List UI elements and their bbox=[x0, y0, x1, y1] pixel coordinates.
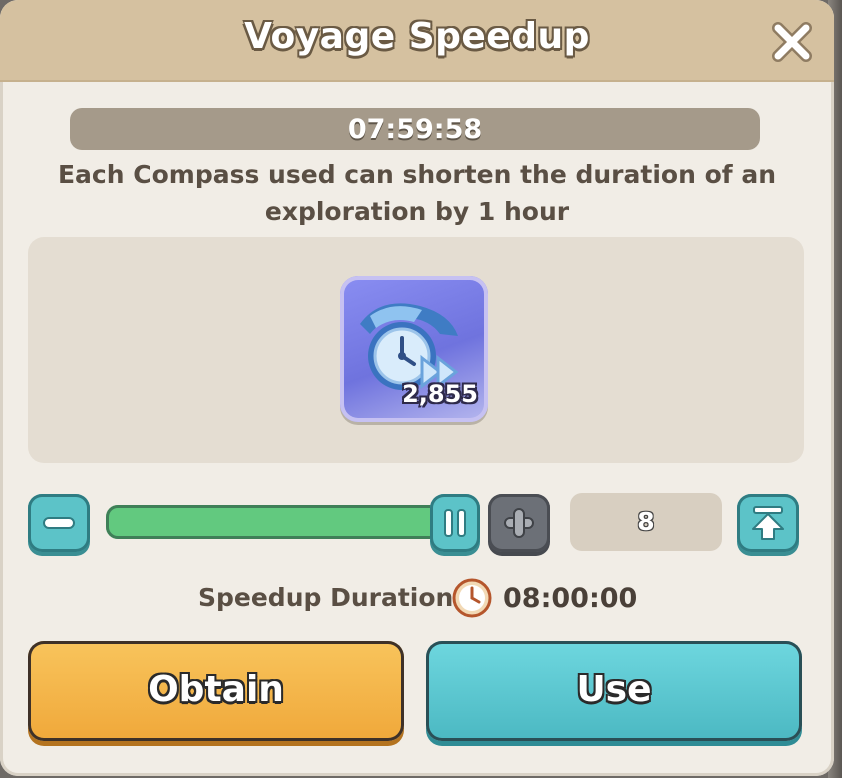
obtain-button-label: Obtain bbox=[148, 669, 284, 710]
quantity-slider-handle[interactable] bbox=[430, 494, 480, 552]
speedup-duration-label: Speedup Duration: bbox=[198, 583, 464, 612]
increase-button[interactable] bbox=[488, 494, 550, 552]
close-x-icon bbox=[772, 22, 812, 62]
voyage-speedup-dialog: Voyage Speedup 07:59:58 Each Compass use… bbox=[0, 0, 834, 776]
compass-description: Each Compass used can shorten the durati… bbox=[57, 160, 776, 226]
speedup-duration-value: 08:00:00 bbox=[503, 583, 638, 614]
max-arrow-up-icon bbox=[752, 506, 784, 540]
minus-icon bbox=[43, 517, 75, 529]
quantity-value: 8 bbox=[637, 507, 655, 536]
item-count: 2,855 bbox=[402, 380, 478, 408]
compass-item-slot[interactable]: 2,855 bbox=[340, 276, 488, 422]
quantity-slider[interactable] bbox=[106, 505, 466, 539]
quantity-input[interactable]: 8 bbox=[570, 493, 722, 551]
plus-icon bbox=[504, 508, 534, 538]
close-button[interactable] bbox=[768, 18, 816, 66]
speedup-duration-row: Speedup Duration: 08:00:00 bbox=[0, 578, 834, 618]
remaining-time: 07:59:58 bbox=[347, 114, 483, 145]
use-button[interactable]: Use bbox=[426, 641, 802, 741]
obtain-button[interactable]: Obtain bbox=[28, 641, 404, 741]
use-button-label: Use bbox=[576, 669, 652, 710]
decrease-button[interactable] bbox=[28, 494, 90, 552]
clock-icon bbox=[452, 578, 492, 618]
dialog-header: Voyage Speedup bbox=[0, 0, 834, 82]
max-button[interactable] bbox=[737, 494, 799, 552]
dialog-title: Voyage Speedup bbox=[244, 16, 590, 57]
remaining-time-bar: 07:59:58 bbox=[70, 108, 760, 150]
quantity-slider-fill bbox=[106, 505, 466, 539]
pause-bars-icon bbox=[444, 509, 466, 537]
